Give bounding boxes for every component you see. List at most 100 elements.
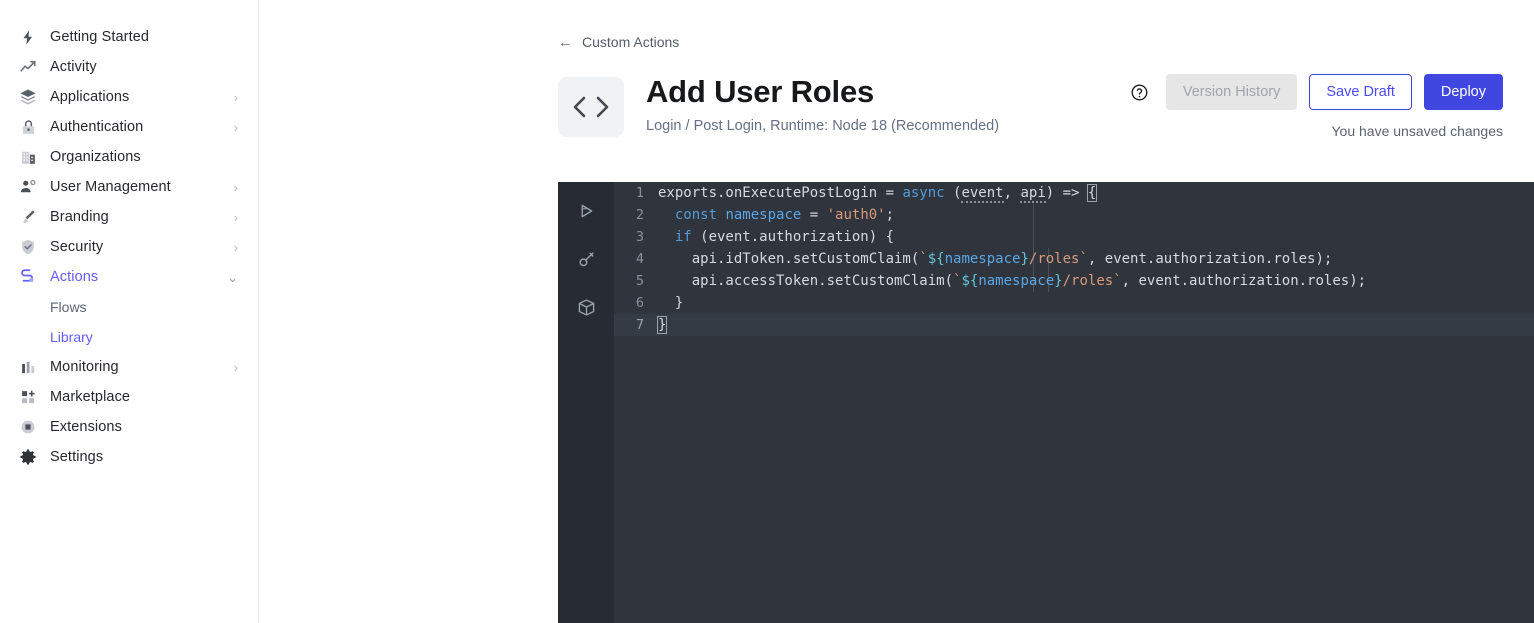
code-editor[interactable]: 1exports.onExecutePostLogin = async (eve… — [558, 182, 1534, 623]
code-token: ` — [919, 251, 927, 267]
code-token: ${ — [928, 251, 945, 267]
sidebar-item-extensions[interactable]: Extensions — [0, 412, 258, 442]
breadcrumb-label: Custom Actions — [582, 34, 679, 50]
sidebar-item-label: Extensions — [50, 419, 122, 435]
sidebar-item-applications[interactable]: Applications › — [0, 82, 258, 112]
page-title: Add User Roles — [646, 75, 999, 109]
line-number: 2 — [614, 207, 658, 223]
sidebar-subitem-library[interactable]: Library — [0, 322, 258, 352]
unsaved-changes-message: You have unsaved changes — [1331, 123, 1503, 139]
code-token: , event.authorization.roles); — [1088, 251, 1332, 267]
code-token: , event.authorization.roles); — [1122, 273, 1366, 289]
paintbrush-icon — [18, 207, 38, 227]
bar-chart-icon — [18, 357, 38, 377]
shield-check-icon — [18, 237, 38, 257]
code-token: } — [1020, 251, 1028, 267]
activity-chart-icon — [18, 57, 38, 77]
code-line[interactable]: 1exports.onExecutePostLogin = async (eve… — [614, 182, 1534, 204]
code-token: ` — [1079, 251, 1087, 267]
chevron-down-icon: ⌄ — [227, 271, 238, 284]
sidebar-subitem-label: Library — [50, 329, 93, 345]
line-number: 7 — [614, 317, 658, 333]
code-token: namespace — [978, 273, 1054, 289]
editor-horizontal-scrollbar[interactable] — [558, 308, 1534, 319]
code-token: } — [1054, 273, 1062, 289]
sidebar-subitem-flows[interactable]: Flows — [0, 292, 258, 322]
breadcrumb-custom-actions[interactable]: ← Custom Actions — [558, 34, 679, 50]
code-token: ${ — [961, 273, 978, 289]
code-token: async — [902, 185, 944, 201]
page-subtitle: Login / Post Login, Runtime: Node 18 (Re… — [646, 118, 999, 134]
question-circle-icon[interactable] — [1130, 83, 1149, 102]
sidebar-item-authentication[interactable]: Authentication › — [0, 112, 258, 142]
code-token: , — [1004, 185, 1021, 201]
sidebar-item-label: Security — [50, 239, 103, 255]
sidebar-item-actions[interactable]: Actions ⌄ — [0, 262, 258, 292]
code-token: api.idToken.setCustomClaim( — [658, 251, 919, 267]
code-line[interactable]: 3 if (event.authorization) { — [614, 226, 1534, 248]
main-content: ← Custom Actions Add User Roles Login / … — [259, 0, 1534, 623]
chevron-right-icon: › — [234, 241, 238, 254]
sidebar-item-label: Getting Started — [50, 29, 149, 45]
code-token: (event.authorization) { — [692, 229, 894, 245]
line-number: 4 — [614, 251, 658, 267]
code-token: 'auth0' — [827, 207, 886, 223]
sidebar-item-user-management[interactable]: User Management › — [0, 172, 258, 202]
run-play-icon[interactable] — [573, 198, 599, 224]
code-token — [658, 207, 675, 223]
code-text: exports.onExecutePostLogin = async (even… — [658, 182, 1096, 204]
sidebar-item-branding[interactable]: Branding › — [0, 202, 258, 232]
line-number: 3 — [614, 229, 658, 245]
line-number: 5 — [614, 273, 658, 289]
code-token: ) => — [1046, 185, 1088, 201]
code-token: if — [675, 229, 692, 245]
sidebar-item-label: Monitoring — [50, 359, 119, 375]
auth0-dashboard-action-editor: Getting Started Activity Applications › — [0, 0, 1534, 623]
chevron-right-icon: › — [234, 91, 238, 104]
code-brackets-icon — [558, 77, 624, 137]
code-token: ( — [945, 185, 962, 201]
page-header: Add User Roles Login / Post Login, Runti… — [558, 75, 999, 137]
marketplace-grid-icon — [18, 387, 38, 407]
back-arrow-icon: ← — [558, 35, 573, 50]
sidebar-item-label: Applications — [50, 89, 129, 105]
sidebar-item-monitoring[interactable]: Monitoring › — [0, 352, 258, 382]
sidebar-item-security[interactable]: Security › — [0, 232, 258, 262]
sidebar-item-label: Marketplace — [50, 389, 130, 405]
code-token — [658, 229, 675, 245]
code-token: /roles — [1063, 273, 1114, 289]
sidebar-item-getting-started[interactable]: Getting Started — [0, 22, 258, 52]
sidebar-item-organizations[interactable]: Organizations — [0, 142, 258, 172]
code-line[interactable]: 4 api.idToken.setCustomClaim(`${namespac… — [614, 248, 1534, 270]
sidebar-item-label: Settings — [50, 449, 103, 465]
sidebar-item-label: Authentication — [50, 119, 143, 135]
line-number: 1 — [614, 185, 658, 201]
code-token: api — [1020, 185, 1045, 203]
code-token: namespace — [725, 207, 801, 223]
code-text: api.idToken.setCustomClaim(`${namespace}… — [658, 248, 1332, 270]
code-token: = — [886, 185, 903, 201]
version-history-button[interactable]: Version History — [1166, 74, 1298, 110]
code-line[interactable]: 2 const namespace = 'auth0'; — [614, 204, 1534, 226]
code-token: const — [675, 207, 717, 223]
code-text: const namespace = 'auth0'; — [658, 204, 894, 226]
editor-code-area[interactable]: 1exports.onExecutePostLogin = async (eve… — [614, 182, 1534, 623]
bracket-match: { — [1088, 185, 1096, 201]
sidebar-item-label: Branding — [50, 209, 109, 225]
key-secrets-icon[interactable] — [573, 246, 599, 272]
primary-sidebar: Getting Started Activity Applications › — [0, 0, 259, 623]
save-draft-button[interactable]: Save Draft — [1309, 74, 1412, 110]
editor-tool-rail — [558, 182, 614, 623]
code-token: ; — [886, 207, 894, 223]
bracket-match: } — [658, 317, 666, 333]
code-token: api.accessToken.setCustomClaim( — [658, 273, 953, 289]
header-actions: Version History Save Draft Deploy — [1130, 74, 1503, 110]
deploy-button[interactable]: Deploy — [1424, 74, 1503, 110]
sidebar-item-activity[interactable]: Activity — [0, 52, 258, 82]
sidebar-subitem-label: Flows — [50, 299, 87, 315]
sidebar-item-settings[interactable]: Settings — [0, 442, 258, 472]
extension-gear-icon — [18, 417, 38, 437]
sidebar-item-marketplace[interactable]: Marketplace — [0, 382, 258, 412]
code-line[interactable]: 5 api.accessToken.setCustomClaim(`${name… — [614, 270, 1534, 292]
layers-icon — [18, 87, 38, 107]
